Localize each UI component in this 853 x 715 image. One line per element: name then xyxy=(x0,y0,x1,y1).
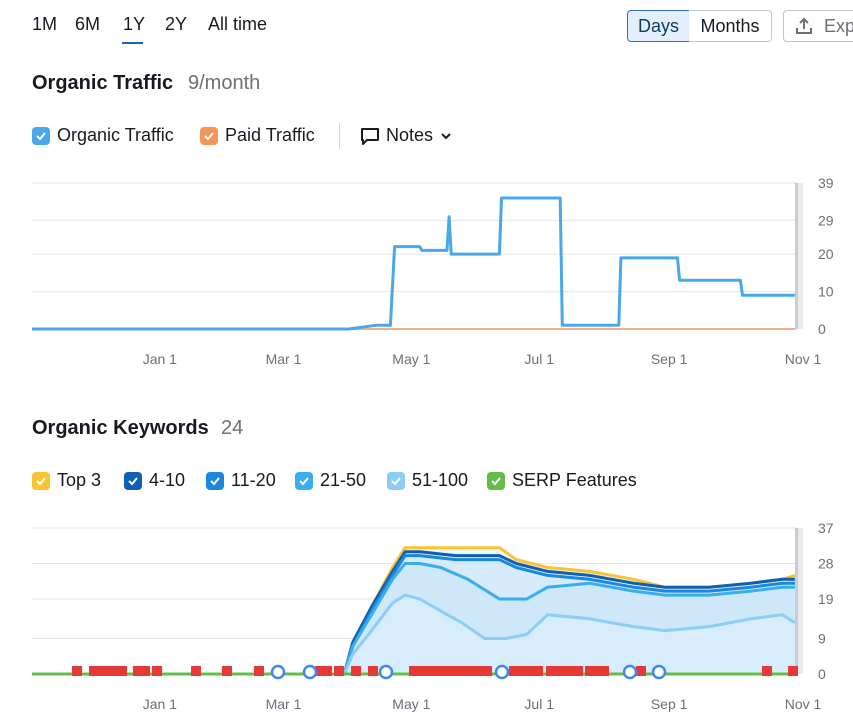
traffic-y-tick-label: 10 xyxy=(818,284,834,300)
traffic-x-tick-label: Mar 1 xyxy=(266,351,302,367)
event-flag-icon xyxy=(509,666,519,676)
event-flag-icon xyxy=(762,666,772,676)
event-flag-icon xyxy=(599,666,609,676)
keywords-y-tick-label: 28 xyxy=(818,556,834,572)
keywords-x-tick-label: Nov 1 xyxy=(785,696,822,712)
keywords-y-tick-label: 9 xyxy=(818,630,826,646)
event-flag-icon xyxy=(334,666,344,676)
organic-traffic-line xyxy=(32,196,795,331)
google-update-icon xyxy=(494,664,510,680)
event-flag-icon xyxy=(636,666,646,676)
keywords-x-tick-label: Mar 1 xyxy=(266,696,302,712)
keywords-y-tick-label: 0 xyxy=(818,666,826,682)
google-update-icon xyxy=(651,664,667,680)
google-update-icon xyxy=(622,664,638,680)
traffic-scroll-edge xyxy=(795,183,798,329)
event-flag-icon xyxy=(152,666,162,676)
traffic-y-tick-label: 20 xyxy=(818,246,834,262)
keywords-x-tick-label: Sep 1 xyxy=(651,696,688,712)
traffic-x-tick-label: May 1 xyxy=(392,351,430,367)
keywords-x-tick-label: Jan 1 xyxy=(143,696,177,712)
traffic-x-tick-label: Sep 1 xyxy=(651,351,688,367)
google-update-icon xyxy=(302,664,318,680)
google-update-icon xyxy=(270,664,286,680)
traffic-x-tick-label: Jan 1 xyxy=(143,351,177,367)
event-flag-icon xyxy=(222,666,232,676)
event-flag-icon xyxy=(191,666,201,676)
keywords-x-tick-label: Jul 1 xyxy=(524,696,554,712)
google-update-icon xyxy=(378,664,394,680)
event-flag-icon xyxy=(533,666,543,676)
traffic-x-tick-label: Nov 1 xyxy=(785,351,822,367)
keywords-x-tick-label: May 1 xyxy=(392,696,430,712)
event-flag-icon xyxy=(482,666,492,676)
keywords-scroll-edge xyxy=(795,528,798,674)
event-flag-icon xyxy=(368,666,378,676)
event-flag-icon xyxy=(322,666,332,676)
event-flag-icon xyxy=(788,666,798,676)
keywords-y-tick-label: 37 xyxy=(818,520,834,536)
keywords-y-tick-label: 19 xyxy=(818,591,834,607)
event-flag-icon xyxy=(351,666,361,676)
traffic-y-tick-label: 29 xyxy=(818,212,834,228)
event-flag-icon xyxy=(573,666,583,676)
event-flag-icon xyxy=(254,666,264,676)
traffic-y-tick-label: 0 xyxy=(818,321,826,337)
traffic-x-tick-label: Jul 1 xyxy=(524,351,554,367)
traffic-y-tick-label: 39 xyxy=(818,175,834,191)
event-flag-icon xyxy=(117,666,127,676)
event-flag-icon xyxy=(72,666,82,676)
event-flag-icon xyxy=(140,666,150,676)
charts-canvas: 0 10 20 29 39 Jan 1 Mar 1 May 1 Jul 1 Sep 1 Nov 1 0… xyxy=(32,175,834,712)
